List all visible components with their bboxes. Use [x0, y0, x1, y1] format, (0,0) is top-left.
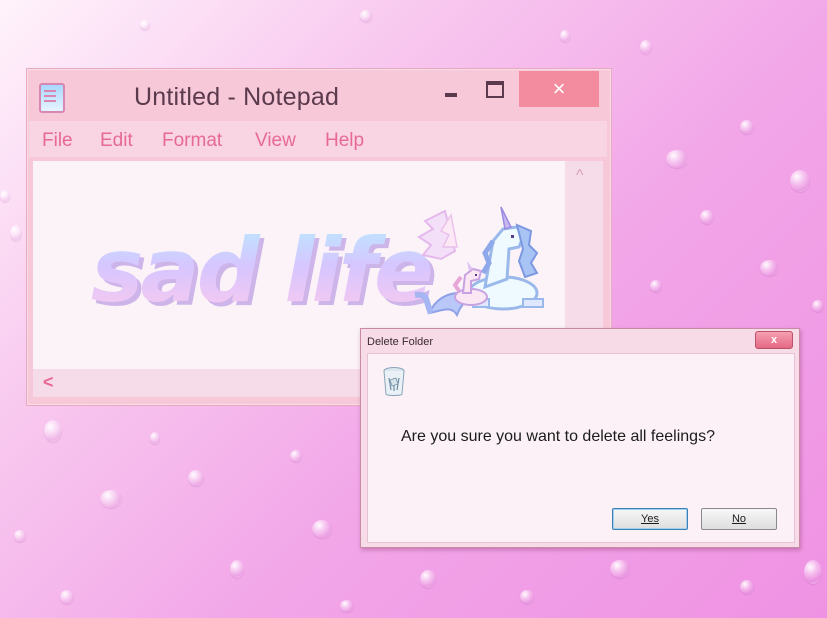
unicorn-image	[414, 206, 544, 318]
no-button[interactable]: No	[701, 508, 777, 530]
notepad-app-icon[interactable]	[39, 83, 65, 113]
delete-folder-dialog: Delete Folder x Are you sure you want to…	[360, 328, 800, 548]
dialog-title: Delete Folder	[367, 336, 434, 348]
dialog-close-button[interactable]: x	[755, 331, 793, 349]
notepad-title-bar[interactable]: Untitled - Notepad ×	[27, 69, 611, 121]
maximize-button[interactable]	[483, 77, 505, 99]
scroll-up-icon[interactable]: ^	[576, 167, 584, 185]
menu-item-edit[interactable]: Edit	[100, 130, 133, 152]
menu-item-help[interactable]: Help	[325, 130, 364, 152]
no-label: No	[731, 513, 747, 525]
scroll-left-icon[interactable]: <	[43, 372, 54, 393]
editor-text: sad life	[91, 219, 434, 322]
notepad-title: Untitled - Notepad	[134, 83, 340, 111]
close-button[interactable]: ×	[519, 71, 599, 107]
minimize-button[interactable]	[441, 81, 463, 103]
yes-button[interactable]: Yes	[612, 508, 688, 530]
recycle-bin-icon	[383, 367, 405, 396]
close-icon: x	[770, 334, 778, 346]
dialog-body: Are you sure you want to delete all feel…	[367, 353, 795, 543]
close-icon: ×	[552, 76, 566, 101]
menu-item-file[interactable]: File	[42, 130, 73, 152]
menu-bar: File Edit Format View Help	[29, 121, 607, 157]
menu-item-view[interactable]: View	[255, 130, 296, 152]
dialog-message: Are you sure you want to delete all feel…	[401, 428, 715, 445]
yes-label: Yes	[641, 513, 659, 525]
menu-item-format[interactable]: Format	[162, 130, 222, 152]
